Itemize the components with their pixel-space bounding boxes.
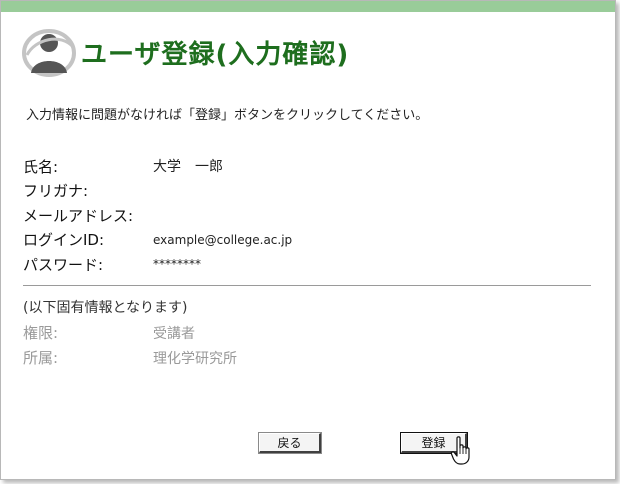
entered-fields: 氏名: 大学 一郎 フリガナ: メールアドレス: ログインID: example… (23, 154, 593, 277)
field-label-password: パスワード: (23, 255, 104, 274)
dialog-frame: ユーザ登録(入力確認) 入力情報に問題がなければ「登録」ボタンをクリックしてくだ… (0, 0, 616, 480)
fixed-label-affiliation: 所属: (23, 349, 59, 367)
top-accent-bar (1, 1, 615, 12)
field-value-login-id: example@college.ac.jp (153, 232, 293, 247)
fixed-value-role: 受講者 (153, 325, 195, 342)
fixed-label-role: 権限: (23, 324, 59, 342)
fixed-info-note: (以下固有情報となります) (23, 300, 188, 316)
fixed-row-affiliation: 所属: 理化学研究所 (23, 345, 593, 370)
page-title: ユーザ登録(入力確認) (81, 39, 350, 70)
back-button[interactable]: 戻る (258, 432, 322, 454)
field-value-name: 大学 一郎 (153, 159, 223, 176)
section-divider (23, 285, 591, 286)
fixed-info-fields: 権限: 受講者 所属: 理化学研究所 (23, 320, 593, 370)
instruction-text: 入力情報に問題がなければ「登録」ボタンをクリックしてください。 (26, 108, 429, 123)
fixed-value-affiliation: 理化学研究所 (153, 350, 237, 367)
field-label-name: 氏名: (23, 157, 59, 176)
field-label-login-id: ログインID: (23, 231, 105, 250)
field-value-password: ******** (153, 257, 201, 272)
hand-pointer-icon (450, 436, 470, 465)
field-label-email: メールアドレス: (23, 206, 134, 225)
user-silhouette-icon (22, 29, 76, 77)
page-header: ユーザ登録(入力確認) (21, 25, 349, 79)
field-row-email: メールアドレス: (23, 203, 593, 228)
fixed-row-role: 権限: 受講者 (23, 320, 593, 345)
field-row-furigana: フリガナ: (23, 179, 593, 204)
field-row-password: パスワード: ******** (23, 252, 593, 277)
field-row-login-id: ログインID: example@college.ac.jp (23, 228, 593, 253)
field-row-name: 氏名: 大学 一郎 (23, 154, 593, 179)
field-label-furigana: フリガナ: (23, 182, 89, 201)
